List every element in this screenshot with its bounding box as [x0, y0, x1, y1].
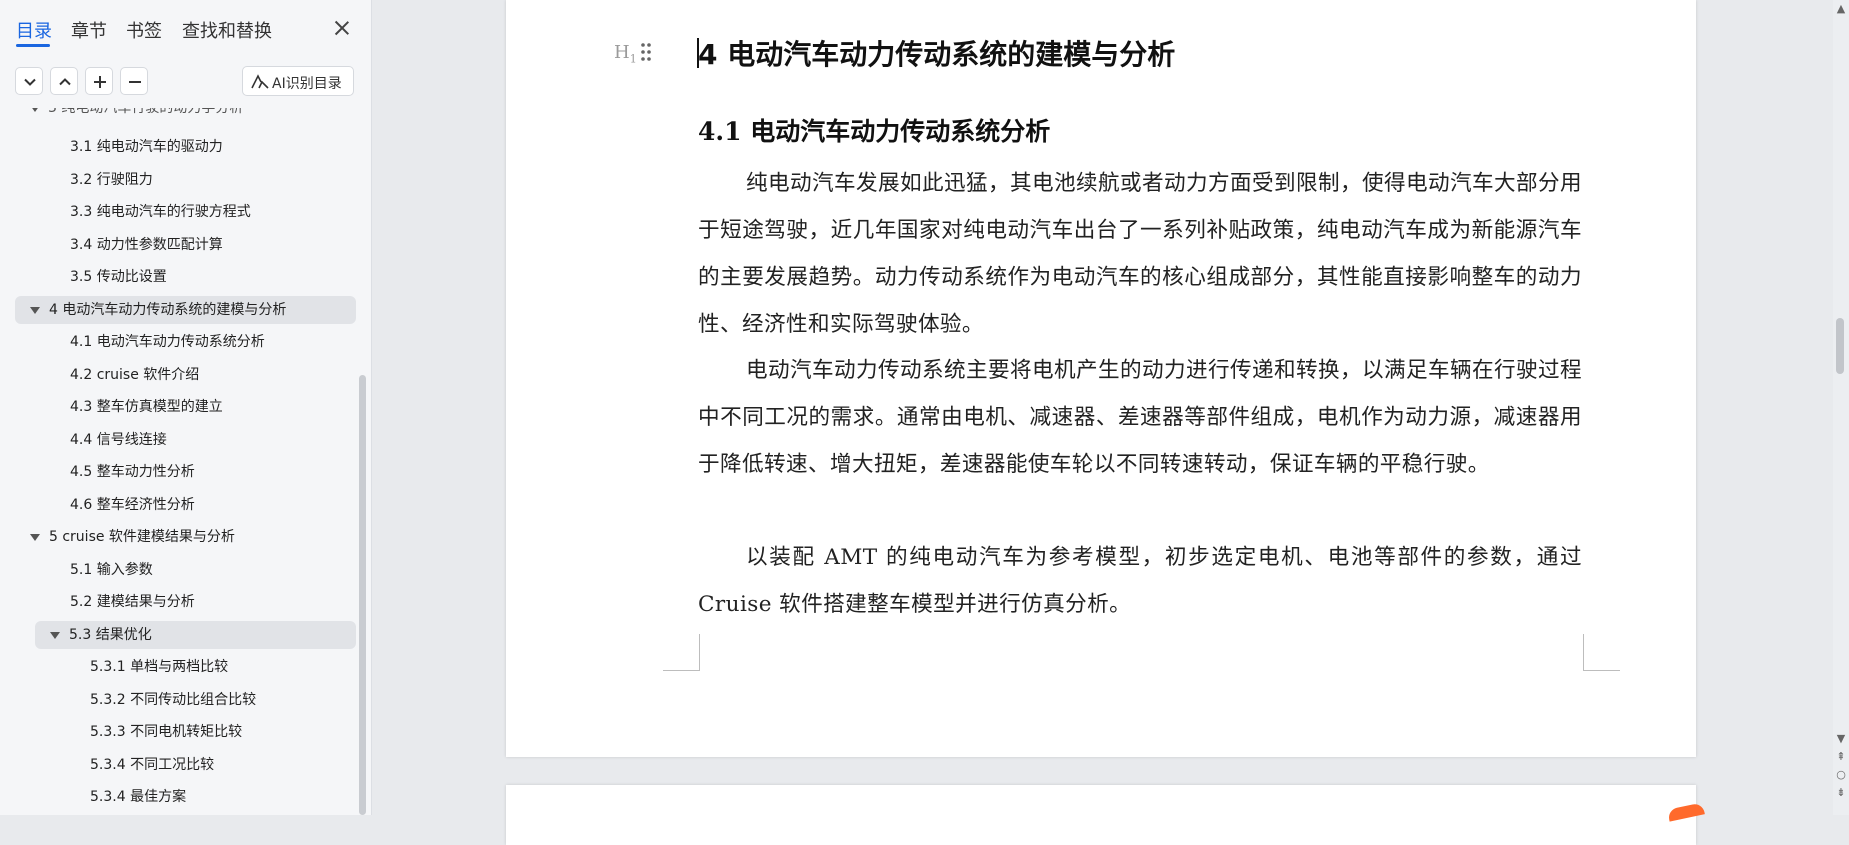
toc-list: 3 纯电动汽车行驶的动力学分析 3.1 纯电动汽车的驱动力 3.2 行驶阻力 3.3…	[0, 108, 360, 815]
select-browse-object-icon[interactable]: ○	[1834, 768, 1848, 781]
toc-item[interactable]: 3.4 动力性参数匹配计算	[0, 231, 356, 259]
expand-up-button[interactable]	[50, 67, 78, 95]
paragraph-2[interactable]: 电动汽车动力传动系统主要将电机产生的动力进行传递和转换，以满足车辆在行驶过程中不…	[698, 347, 1582, 488]
toc-item[interactable]: 4.4 信号线连接	[0, 426, 356, 454]
toc-item[interactable]: 5.3.1 单档与两档比较	[0, 653, 356, 681]
collapse-all-button[interactable]	[15, 67, 43, 95]
toc-item-label: 5.3 结果优化	[69, 626, 152, 643]
toc-item[interactable]: 4.2 cruise 软件介绍	[0, 361, 356, 389]
tab-bookmarks[interactable]: 书签	[126, 17, 162, 43]
toc-item-label: 3.1 纯电动汽车的驱动力	[70, 139, 223, 155]
active-tab-indicator	[16, 44, 50, 47]
page-down-icon[interactable]: ⇟	[1834, 786, 1848, 799]
toc-item-label: 4.2 cruise 软件介绍	[70, 366, 200, 383]
drag-handle-icon[interactable]	[640, 42, 652, 62]
toc-item[interactable]: 3.2 行驶阻力	[0, 166, 356, 194]
page-up-icon[interactable]: ⇞	[1834, 750, 1848, 763]
heading-marker-level: 1	[629, 52, 637, 66]
ai-recognize-toc-label: AI识别目录	[272, 76, 342, 92]
paragraph-3[interactable]: 以装配 AMT 的纯电动汽车为参考模型，初步选定电机、电池等部件的参数，通过 C…	[698, 534, 1582, 628]
tab-chapters[interactable]: 章节	[71, 17, 107, 43]
toc-item[interactable]: 4.3 整车仿真模型的建立	[0, 393, 356, 421]
toc-item-label: 5.3.4 不同工况比较	[90, 756, 215, 773]
toc-item-label: 5.3.3 不同电机转矩比较	[90, 724, 243, 740]
heading-1[interactable]: 4 电动汽车动力传动系统的建模与分析	[698, 33, 1175, 73]
caret-down-icon[interactable]	[50, 631, 60, 639]
tab-find-replace[interactable]: 查找和替换	[182, 17, 272, 43]
toc-item[interactable]: 5.3.2 不同传动比组合比较	[0, 686, 356, 714]
pane-tabs: 目录 章节 书签 查找和替换	[0, 0, 371, 56]
scroll-up-icon[interactable]: ▲	[1834, 2, 1848, 15]
toc-item-label: 3 纯电动汽车行驶的动力学分析	[48, 108, 244, 116]
tab-toc[interactable]: 目录	[16, 17, 52, 43]
toc-item-label: 5.3.2 不同传动比组合比较	[90, 691, 257, 708]
plus-icon	[94, 76, 106, 88]
remove-heading-button[interactable]	[120, 67, 148, 95]
toc-item[interactable]: 4.6 整车经济性分析	[0, 491, 356, 519]
toc-item-label: 4.6 整车经济性分析	[70, 496, 195, 513]
toc-item-label: 4 电动汽车动力传动系统的建模与分析	[49, 301, 287, 318]
toc-item[interactable]: 4.1 电动汽车动力传动系统分析	[0, 328, 356, 356]
page-margin-corner-left	[663, 634, 700, 671]
toc-item[interactable]: 3.1 纯电动汽车的驱动力	[0, 133, 356, 161]
chevron-down-icon	[24, 78, 36, 86]
toc-item-label: 4.1 电动汽车动力传动系统分析	[70, 334, 265, 350]
toc-item[interactable]: 5.3.4 最佳方案	[0, 783, 356, 811]
toc-item[interactable]: 5.2 建模结果与分析	[0, 588, 356, 616]
toc-item-label: 4.4 信号线连接	[70, 431, 167, 448]
toc-item-label: 3.4 动力性参数匹配计算	[70, 236, 223, 253]
navigation-pane: 目录 章节 书签 查找和替换 AI识别目录 3 纯电动汽车行驶的动力学分析 3.…	[0, 0, 372, 815]
toc-item[interactable]: 5.1 输入参数	[0, 556, 356, 584]
toc-scrollbar[interactable]	[359, 375, 366, 815]
toc-item-label: 3.5 传动比设置	[70, 269, 167, 285]
caret-down-icon	[30, 108, 40, 112]
toc-item[interactable]: 4.5 整车动力性分析	[0, 458, 356, 486]
toc-item-label: 5.1 输入参数	[70, 561, 153, 578]
caret-down-icon[interactable]	[30, 306, 40, 314]
toc-item-label: 5.2 建模结果与分析	[70, 594, 195, 610]
toc-item[interactable]: 3.5 传动比设置	[0, 263, 356, 291]
toc-item-label: 3.2 行驶阻力	[70, 171, 153, 188]
chevron-up-icon	[59, 78, 71, 86]
document-scrollbar-thumb[interactable]	[1836, 318, 1844, 374]
toc-item-label: 5.3.4 最佳方案	[90, 789, 187, 805]
toc-item-label: 4.5 整车动力性分析	[70, 464, 195, 480]
toc-item[interactable]: 5.3.3 不同电机转矩比较	[0, 718, 356, 746]
toc-item-5-3[interactable]: 5.3 结果优化	[35, 620, 356, 649]
minus-icon	[129, 81, 141, 83]
toc-item-ch5[interactable]: 5 cruise 软件建模结果与分析	[0, 523, 356, 551]
toc-item[interactable]: 3.3 纯电动汽车的行驶方程式	[0, 198, 356, 226]
document-scrollbar[interactable]	[1833, 0, 1849, 815]
toc-item-label: 3.3 纯电动汽车的行驶方程式	[70, 204, 251, 220]
toc-item[interactable]: 5.3.4 不同工况比较	[0, 751, 356, 779]
toc-item-label: 4.3 整车仿真模型的建立	[70, 399, 223, 415]
paragraph-1[interactable]: 纯电动汽车发展如此迅猛，其电池续航或者动力方面受到限制，使得电动汽车大部分用于短…	[698, 160, 1582, 348]
heading-2[interactable]: 4.1 电动汽车动力传动系统分析	[698, 112, 1050, 148]
document-page-next	[506, 785, 1696, 845]
caret-down-icon[interactable]	[30, 534, 40, 541]
toc-item-ch4[interactable]: 4 电动汽车动力传动系统的建模与分析	[15, 295, 356, 324]
heading-marker-letter: H	[614, 42, 630, 63]
ai-sparkle-icon	[251, 74, 269, 89]
heading-level-marker[interactable]: H1	[614, 42, 637, 66]
text-cursor	[697, 38, 699, 68]
page-margin-corner-right	[1583, 634, 1620, 671]
toc-item-label: 5.3.1 单档与两档比较	[90, 659, 229, 675]
ai-recognize-toc-button[interactable]: AI识别目录	[242, 66, 354, 96]
add-heading-button[interactable]	[85, 67, 113, 95]
toc-item-label: 5 cruise 软件建模结果与分析	[49, 529, 235, 545]
scroll-down-icon[interactable]: ▼	[1834, 732, 1848, 745]
close-pane-button[interactable]	[330, 16, 354, 40]
